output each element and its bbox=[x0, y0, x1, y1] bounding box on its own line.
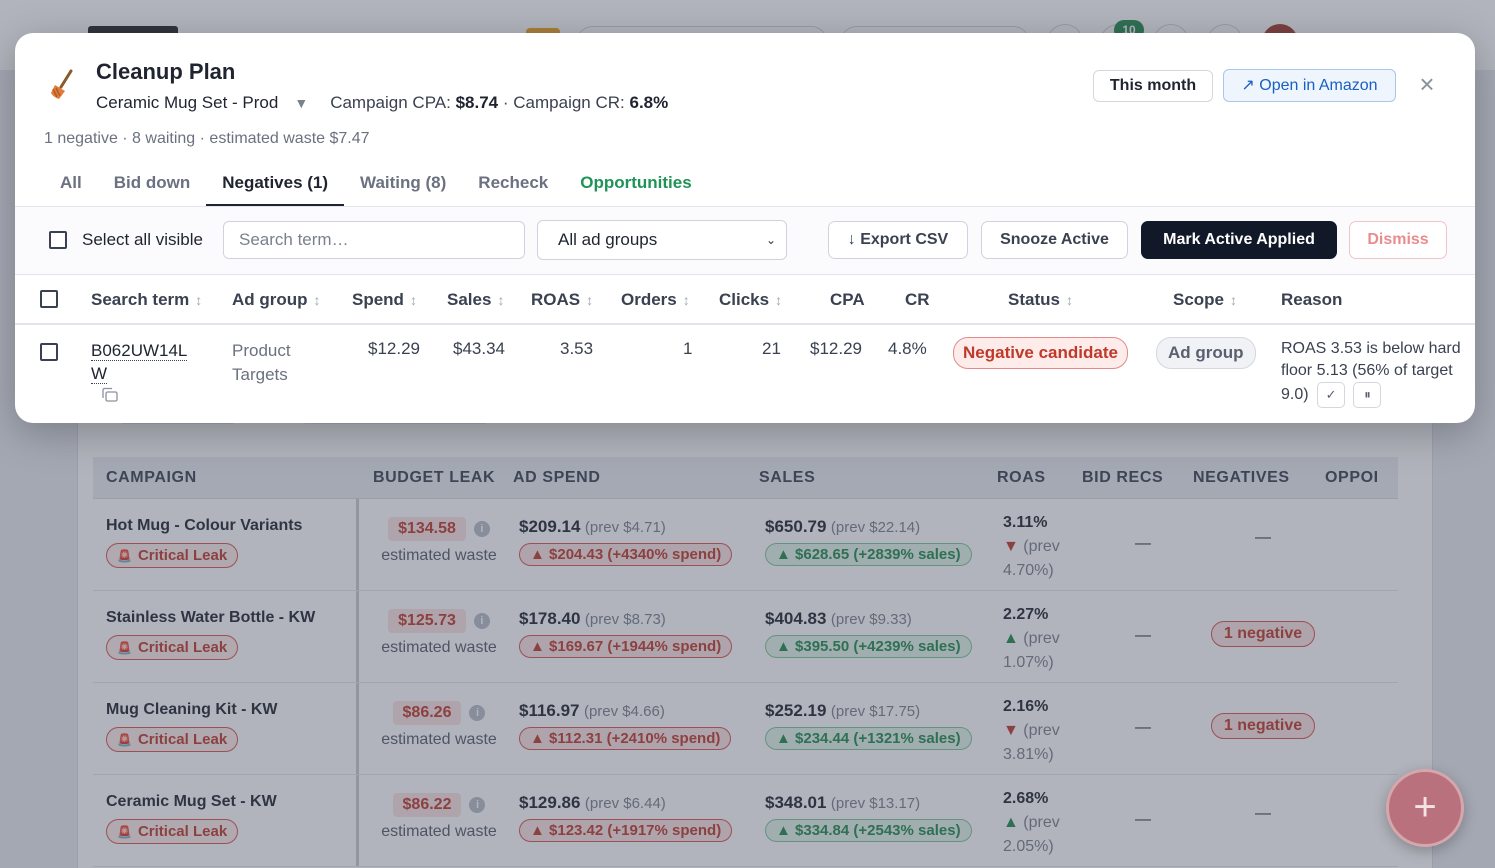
search-term-link-wrap[interactable]: W bbox=[91, 364, 108, 384]
sort-icon: ↕ bbox=[775, 292, 783, 308]
modal-title: Cleanup Plan bbox=[96, 59, 236, 84]
campaign-metrics: Campaign CPA: $8.74 · Campaign CR: 6.8% bbox=[330, 93, 668, 113]
mark-active-applied-button[interactable]: Mark Active Applied bbox=[1141, 221, 1337, 259]
col-scope-label: Scope bbox=[1173, 290, 1225, 309]
sort-icon: ↕ bbox=[586, 292, 594, 308]
cr-cell: 4.8% bbox=[888, 339, 927, 358]
open-in-amazon-button[interactable]: ↗ Open in Amazon bbox=[1223, 69, 1396, 102]
negatives-table-header: Search term ↕ Ad group ↕ Spend ↕ Sales ↕ ROA… bbox=[15, 275, 1475, 325]
plan-tabs: All Bid down Negatives (1) Waiting (8) R… bbox=[44, 169, 708, 207]
modal-subtitle: Ceramic Mug Set - Prod ▼ Campaign CPA: $… bbox=[96, 93, 668, 113]
orders-cell: 1 bbox=[683, 339, 693, 358]
cr-value: 6.8% bbox=[629, 93, 669, 112]
col-sales-label: Sales bbox=[447, 290, 492, 309]
col-search-term[interactable]: Search term ↕ bbox=[91, 290, 202, 310]
col-clicks[interactable]: Clicks ↕ bbox=[719, 290, 782, 310]
col-roas[interactable]: ROAS ↕ bbox=[531, 290, 593, 310]
col-status-label: Status bbox=[1008, 290, 1060, 309]
col-reason: Reason bbox=[1281, 290, 1343, 309]
tab-opportunities[interactable]: Opportunities bbox=[564, 169, 707, 207]
col-spend-label: Spend bbox=[352, 290, 404, 309]
ad-group-line1: Product bbox=[232, 341, 291, 360]
close-icon[interactable]: × bbox=[1415, 71, 1439, 99]
sort-icon: ↕ bbox=[497, 292, 505, 308]
search-term-cell[interactable]: B062UW14L W bbox=[91, 339, 188, 385]
metric-separator: · bbox=[502, 93, 509, 112]
campaign-name: Ceramic Mug Set - Prod bbox=[96, 93, 279, 112]
col-clicks-label: Clicks bbox=[719, 290, 770, 309]
col-roas-label: ROAS bbox=[531, 290, 581, 309]
ad-group-cell: Product Targets bbox=[232, 339, 291, 387]
sort-icon: ↕ bbox=[409, 292, 417, 308]
tab-recheck[interactable]: Recheck bbox=[462, 169, 564, 207]
ad-group-line2: Targets bbox=[232, 365, 288, 384]
scope-cell: Ad group bbox=[1156, 337, 1256, 369]
tab-bid-down[interactable]: Bid down bbox=[98, 169, 206, 207]
ad-group-filter-value: All ad groups bbox=[558, 230, 658, 249]
header-checkbox[interactable] bbox=[40, 290, 58, 308]
campaign-selector[interactable]: Ceramic Mug Set - Prod ▼ bbox=[96, 93, 308, 113]
plan-summary: 1 negative · 8 waiting · estimated waste… bbox=[44, 130, 370, 147]
tab-waiting[interactable]: Waiting (8) bbox=[344, 169, 462, 207]
sales-cell: $43.34 bbox=[453, 339, 505, 358]
sort-icon: ↕ bbox=[313, 292, 321, 308]
tab-all[interactable]: All bbox=[44, 169, 98, 207]
col-orders[interactable]: Orders ↕ bbox=[621, 290, 690, 310]
col-status[interactable]: Status ↕ bbox=[1008, 290, 1073, 310]
status-cell: Negative candidate bbox=[953, 337, 1128, 369]
col-cpa[interactable]: CPA bbox=[830, 290, 865, 310]
dismiss-button[interactable]: Dismiss bbox=[1349, 221, 1447, 259]
col-scope[interactable]: Scope ↕ bbox=[1173, 290, 1237, 310]
row-checkbox[interactable] bbox=[40, 343, 58, 361]
col-ad-group-label: Ad group bbox=[232, 290, 308, 309]
cpa-label: Campaign CPA: bbox=[330, 93, 451, 112]
search-term-input[interactable] bbox=[223, 221, 525, 259]
sort-icon: ↕ bbox=[1230, 292, 1238, 308]
broom-icon bbox=[45, 67, 81, 103]
select-all-label: Select all visible bbox=[82, 230, 203, 249]
select-all-checkbox[interactable] bbox=[49, 231, 67, 249]
approve-check-icon[interactable]: ✓ bbox=[1317, 382, 1346, 408]
cpa-cell: $12.29 bbox=[810, 339, 862, 358]
sort-icon: ↕ bbox=[195, 292, 203, 308]
reason-cell: ROAS 3.53 is below hard floor 5.13 (56% … bbox=[1281, 338, 1466, 408]
col-search-term-label: Search term bbox=[91, 290, 190, 309]
spend-cell: $12.29 bbox=[368, 339, 420, 358]
cleanup-plan-modal: Cleanup Plan Ceramic Mug Set - Prod ▼ Ca… bbox=[15, 33, 1475, 423]
export-csv-button[interactable]: ↓ Export CSV bbox=[828, 221, 968, 259]
copy-icon[interactable] bbox=[101, 387, 119, 403]
tab-negatives[interactable]: Negatives (1) bbox=[206, 169, 344, 207]
ad-group-filter-select[interactable]: All ad groups ⌄ bbox=[537, 220, 787, 260]
table-row[interactable]: B062UW14L W Product Targets $12.29 $43.3… bbox=[15, 325, 1475, 423]
col-spend[interactable]: Spend ↕ bbox=[352, 290, 417, 310]
sort-icon: ↕ bbox=[682, 292, 690, 308]
roas-cell: 3.53 bbox=[560, 339, 594, 358]
col-orders-label: Orders bbox=[621, 290, 677, 309]
snooze-active-button[interactable]: Snooze Active bbox=[981, 221, 1128, 259]
period-button[interactable]: This month bbox=[1093, 70, 1213, 102]
search-term-link[interactable]: B062UW14L bbox=[91, 341, 188, 361]
cr-label: Campaign CR: bbox=[513, 93, 625, 112]
sort-icon: ↕ bbox=[1065, 292, 1073, 308]
cpa-value: $8.74 bbox=[455, 93, 499, 112]
pause-icon[interactable]: ⏸ bbox=[1353, 382, 1382, 408]
add-fab-button[interactable]: + bbox=[1386, 769, 1464, 847]
col-sales[interactable]: Sales ↕ bbox=[447, 290, 504, 310]
status-badge: Negative candidate bbox=[953, 337, 1128, 369]
chevron-down-icon: ⌄ bbox=[765, 233, 776, 247]
scope-badge[interactable]: Ad group bbox=[1156, 337, 1256, 369]
col-ad-group[interactable]: Ad group ↕ bbox=[232, 290, 321, 310]
plan-toolbar: Select all visible All ad groups ⌄ ↓ Exp… bbox=[15, 207, 1475, 275]
caret-down-icon: ▼ bbox=[294, 95, 309, 111]
col-cr[interactable]: CR bbox=[905, 290, 930, 310]
clicks-cell: 21 bbox=[762, 339, 781, 358]
